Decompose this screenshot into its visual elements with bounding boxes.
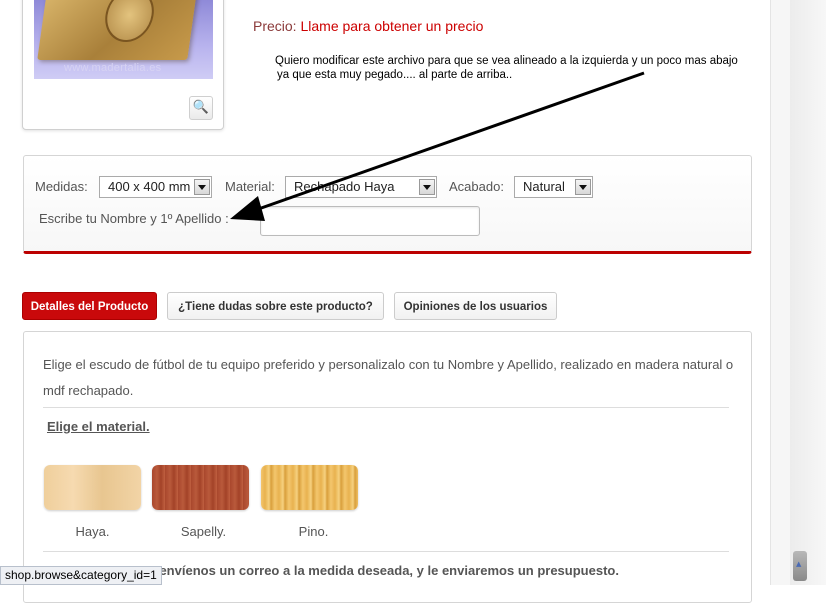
material-section-title: Elige el material. bbox=[47, 419, 150, 434]
image-watermark: www.madertalia.es bbox=[64, 62, 162, 74]
chevron-down-icon bbox=[419, 179, 435, 195]
name-input[interactable] bbox=[260, 206, 480, 236]
quote-request-text: s, envíenos un correo a la medida desead… bbox=[145, 563, 619, 578]
scrollbar-track[interactable] bbox=[790, 0, 826, 585]
tab-tiene-dudas[interactable]: ¿Tiene dudas sobre este producto? bbox=[167, 292, 384, 320]
price-value: Llame para obtener un precio bbox=[300, 18, 484, 34]
acabado-label: Acabado: bbox=[449, 179, 504, 194]
medidas-value: 400 x 400 mm bbox=[108, 179, 191, 194]
price-line: Precio: Llame para obtener un precio bbox=[253, 18, 483, 34]
wood-plaque bbox=[37, 0, 197, 60]
material-label-pino: Pino. bbox=[298, 524, 329, 539]
material-swatch-haya[interactable] bbox=[44, 465, 141, 510]
annotation-line-2: ya que esta muy pegado.... al parte de a… bbox=[277, 69, 513, 81]
tab-opiniones[interactable]: Opiniones de los usuarios bbox=[394, 292, 557, 320]
tab-detalles-del-producto[interactable]: Detalles del Producto bbox=[22, 292, 157, 320]
material-swatch-pino[interactable] bbox=[261, 465, 358, 510]
material-label-haya: Haya. bbox=[75, 524, 110, 539]
annotation-note: Quiero modificar este archivo para que s… bbox=[275, 54, 745, 82]
acabado-select[interactable]: Natural bbox=[514, 176, 593, 198]
medidas-select[interactable]: 400 x 400 mm bbox=[99, 176, 212, 198]
arrow-up-icon: ▲ bbox=[796, 560, 802, 568]
medidas-label: Medidas: bbox=[35, 179, 88, 194]
product-options-panel bbox=[23, 155, 752, 254]
annotation-line-1: Quiero modificar este archivo para que s… bbox=[275, 55, 738, 67]
chevron-down-icon bbox=[575, 179, 591, 195]
product-image[interactable]: www.madertalia.es bbox=[34, 0, 213, 79]
material-value: Rechapado Haya bbox=[294, 179, 395, 194]
acabado-value: Natural bbox=[523, 179, 565, 194]
material-label-sapelly: Sapelly. bbox=[180, 524, 227, 539]
material-label: Material: bbox=[225, 179, 275, 194]
scroll-up-button[interactable]: ▲ bbox=[793, 551, 807, 581]
material-select[interactable]: Rechapado Haya bbox=[285, 176, 437, 198]
material-swatch-sapelly[interactable] bbox=[152, 465, 249, 510]
product-description: Elige el escudo de fútbol de tu equipo p… bbox=[43, 357, 734, 398]
name-field-label: Escribe tu Nombre y 1º Apellido : bbox=[39, 211, 229, 226]
price-label: Precio: bbox=[253, 18, 297, 34]
browser-status-bar: shop.browse&category_id=1 bbox=[0, 566, 162, 585]
divider bbox=[43, 551, 729, 552]
zoom-magnifier-icon[interactable]: 🔍 bbox=[189, 96, 213, 120]
divider bbox=[43, 407, 729, 408]
chevron-down-icon bbox=[194, 179, 210, 195]
crest-emblem bbox=[101, 0, 158, 42]
